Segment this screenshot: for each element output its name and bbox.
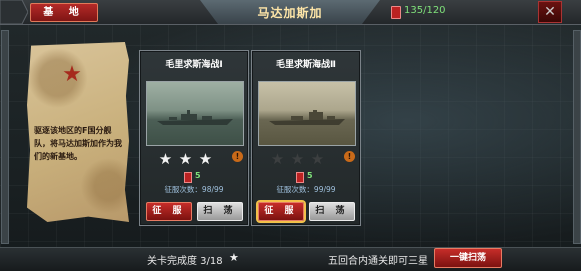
sweep-button[interactable]: 扫 荡 bbox=[197, 202, 243, 221]
briefing-text: 驱逐该地区的F国分舰队，将马达加斯加作为我们的新基地。 bbox=[34, 126, 122, 161]
alert-icon: ! bbox=[232, 151, 243, 162]
star-rating: ★ ★ ★ bbox=[158, 149, 230, 168]
star-filled-icon: ★ bbox=[158, 150, 173, 168]
mission-card-2[interactable]: 毛里求斯海战Ⅱ ★ ★ ★ ! 5 征服次数：99/99 征 服 扫 荡 bbox=[251, 50, 361, 226]
conquer-button[interactable]: 征 服 bbox=[146, 202, 192, 221]
star-filled-icon: ★ bbox=[198, 150, 213, 168]
close-button[interactable]: ✕ bbox=[538, 1, 562, 23]
energy-counter: 135/120 bbox=[404, 5, 446, 16]
sweep-button[interactable]: 扫 荡 bbox=[309, 202, 355, 221]
star-filled-icon: ★ bbox=[178, 150, 193, 168]
energy-cost: 5 bbox=[307, 171, 313, 180]
alert-icon: ! bbox=[344, 151, 355, 162]
attempt-count: 征服次数：98/99 bbox=[164, 185, 224, 194]
close-icon: ✕ bbox=[544, 4, 556, 20]
mission-image bbox=[146, 81, 244, 146]
warship-icon bbox=[269, 110, 345, 125]
page-title: 马达加斯加 bbox=[257, 6, 323, 20]
base-button[interactable]: 基 地 bbox=[30, 3, 98, 22]
mission-title: 毛里求斯海战Ⅰ bbox=[165, 60, 223, 70]
warship-icon bbox=[157, 110, 233, 125]
energy-icon bbox=[391, 6, 401, 19]
energy-cost: 5 bbox=[195, 171, 201, 180]
conquer-button[interactable]: 征 服 bbox=[258, 202, 304, 221]
red-star-icon: ★ bbox=[62, 62, 82, 87]
mission-card-1[interactable]: 毛里求斯海战Ⅰ ★ ★ ★ ! 5 征服次数：98/99 征 服 扫 荡 bbox=[139, 50, 249, 226]
energy-icon bbox=[184, 172, 192, 183]
three-star-hint: 五回合内通关即可三星 bbox=[328, 256, 428, 267]
one-click-sweep-button[interactable]: 一键扫荡 bbox=[434, 248, 502, 268]
star-empty-icon: ★ bbox=[270, 150, 285, 168]
star-empty-icon: ★ bbox=[310, 150, 325, 168]
mission-title: 毛里求斯海战Ⅱ bbox=[276, 60, 336, 70]
star-empty-icon: ★ bbox=[290, 150, 305, 168]
attempt-count: 征服次数：99/99 bbox=[276, 185, 336, 194]
star-rating: ★ ★ ★ bbox=[270, 149, 342, 168]
stage-progress: 关卡完成度 3/18 bbox=[147, 256, 223, 267]
mission-image bbox=[258, 81, 356, 146]
left-side-bar bbox=[1, 30, 9, 244]
star-icon: ★ bbox=[229, 251, 239, 264]
energy-icon bbox=[296, 172, 304, 183]
corner-decoration bbox=[0, 0, 28, 24]
right-side-bar bbox=[573, 30, 581, 244]
